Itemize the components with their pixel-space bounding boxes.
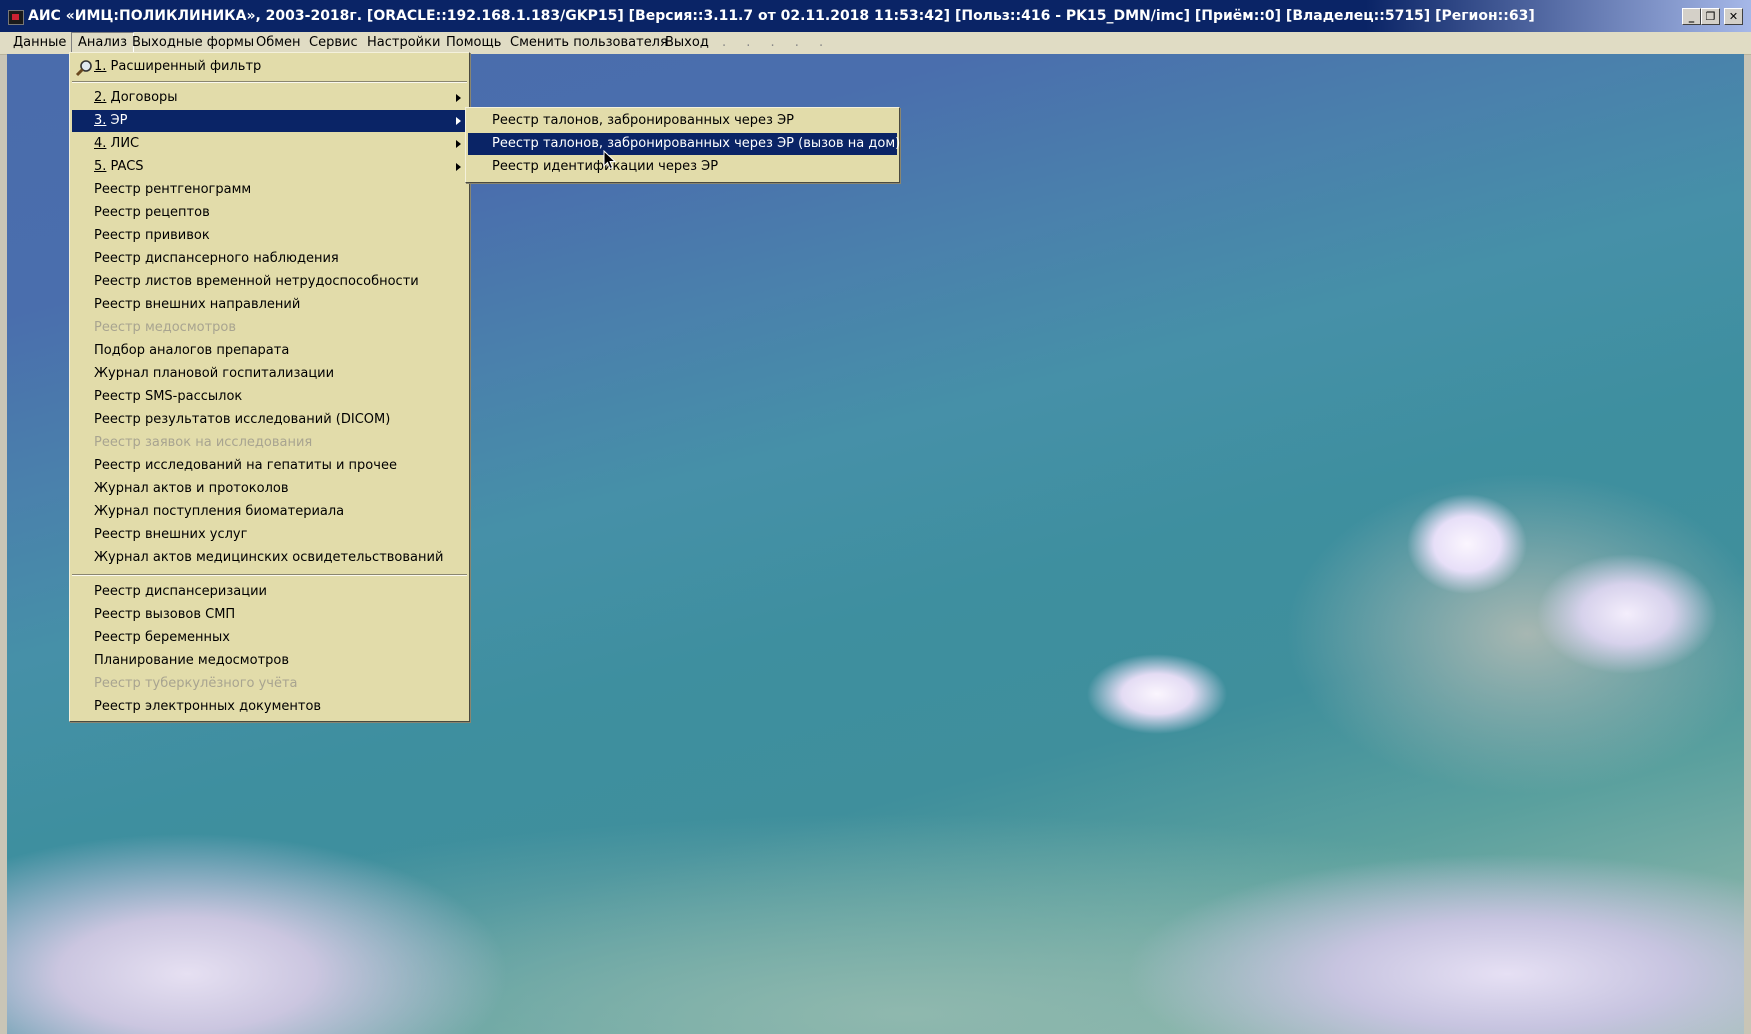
analysis-menu: 1. Расширенный фильтр 2. Договоры 3. ЭР … bbox=[69, 52, 470, 722]
menu-item[interactable]: Планирование медосмотров bbox=[72, 650, 467, 672]
menu-exchange[interactable]: Обмен bbox=[256, 35, 301, 50]
menu-item-er[interactable]: 3. ЭР bbox=[72, 110, 467, 132]
menu-service[interactable]: Сервис bbox=[309, 35, 358, 50]
menu-item[interactable]: Реестр беременных bbox=[72, 627, 467, 649]
restore-icon[interactable]: ❐ bbox=[1701, 8, 1720, 25]
menu-analysis[interactable]: Анализ bbox=[71, 32, 135, 54]
menu-item[interactable]: Реестр результатов исследований (DICOM) bbox=[72, 409, 467, 431]
menu-item[interactable]: Подбор аналогов препарата bbox=[72, 340, 467, 362]
submenu-arrow-icon bbox=[456, 163, 461, 171]
menu-switch-user[interactable]: Сменить пользователя bbox=[510, 35, 668, 50]
menu-item[interactable]: Реестр диспансеризации bbox=[72, 581, 467, 603]
menu-item[interactable]: Реестр внешних направлений bbox=[72, 294, 467, 316]
menu-item-pacs[interactable]: 5. PACS bbox=[72, 156, 467, 178]
menu-item-disabled: Реестр медосмотров bbox=[94, 320, 237, 335]
menu-item-disabled: Реестр заявок на исследования bbox=[94, 435, 313, 450]
window-title-bar[interactable]: АИС «ИМЦ:ПОЛИКЛИНИКА», 2003-2018г. [ORAC… bbox=[0, 0, 1751, 32]
menu-output-forms[interactable]: Выходные формы bbox=[132, 35, 254, 50]
menu-settings[interactable]: Настройки bbox=[367, 35, 440, 50]
menu-item[interactable]: Реестр листов временной нетрудоспособнос… bbox=[72, 271, 467, 293]
menu-item-label: ЭР bbox=[110, 113, 128, 128]
submenu-arrow-icon bbox=[456, 140, 461, 148]
menu-item[interactable]: Реестр рентгенограмм bbox=[72, 179, 467, 201]
menu-help[interactable]: Помощь bbox=[446, 35, 501, 50]
menu-item[interactable]: Реестр талонов, забронированных через ЭР bbox=[468, 110, 897, 132]
menu-item[interactable]: Реестр диспансерного наблюдения bbox=[72, 248, 467, 270]
menu-dots: . . . . . bbox=[722, 35, 832, 50]
menu-item[interactable]: Реестр электронных документов bbox=[72, 696, 467, 718]
submenu-arrow-icon bbox=[456, 117, 461, 125]
magnifier-icon bbox=[75, 60, 92, 77]
menu-item-label: ЛИС bbox=[110, 136, 140, 151]
menu-item[interactable]: Журнал плановой госпитализации bbox=[72, 363, 467, 385]
menu-separator bbox=[72, 81, 467, 83]
menu-item[interactable]: Реестр вызовов СМП bbox=[72, 604, 467, 626]
menu-item-extended-filter[interactable]: 1. Расширенный фильтр bbox=[72, 56, 467, 78]
menu-item-label: Договоры bbox=[110, 90, 178, 105]
menu-exit[interactable]: Выход bbox=[665, 35, 709, 50]
menu-item-contracts[interactable]: 2. Договоры bbox=[72, 87, 467, 109]
close-icon[interactable]: ✕ bbox=[1724, 8, 1743, 25]
menu-separator bbox=[72, 574, 467, 576]
app-icon[interactable] bbox=[8, 10, 24, 25]
menu-item-lis[interactable]: 4. ЛИС bbox=[72, 133, 467, 155]
menu-item[interactable]: Реестр внешних услуг bbox=[72, 524, 467, 546]
menu-item-highlighted[interactable]: Реестр талонов, забронированных через ЭР… bbox=[468, 133, 900, 155]
menu-item[interactable]: Журнал актов и протоколов bbox=[72, 478, 467, 500]
menu-item[interactable]: Журнал актов медицинских освидетельствов… bbox=[72, 547, 467, 569]
menu-data[interactable]: Данные bbox=[13, 35, 66, 50]
mouse-cursor-icon bbox=[603, 150, 617, 170]
window-title: АИС «ИМЦ:ПОЛИКЛИНИКА», 2003-2018г. [ORAC… bbox=[28, 8, 1535, 24]
menu-item[interactable]: Реестр исследований на гепатиты и прочее bbox=[72, 455, 467, 477]
menu-item[interactable]: Реестр прививок bbox=[72, 225, 467, 247]
menu-item[interactable]: Реестр рецептов bbox=[72, 202, 467, 224]
er-submenu: Реестр талонов, забронированных через ЭР… bbox=[465, 107, 900, 183]
menu-item[interactable]: Реестр SMS-рассылок bbox=[72, 386, 467, 408]
menu-item-label: Расширенный фильтр bbox=[110, 59, 262, 74]
menu-item[interactable]: Реестр идентификации через ЭР bbox=[468, 156, 897, 178]
menu-item-label: PACS bbox=[110, 159, 144, 174]
submenu-arrow-icon bbox=[456, 94, 461, 102]
menu-item-disabled: Реестр туберкулёзного учёта bbox=[94, 676, 298, 691]
minimize-icon[interactable]: _ bbox=[1682, 8, 1701, 25]
menu-item[interactable]: Журнал поступления биоматериала bbox=[72, 501, 467, 523]
